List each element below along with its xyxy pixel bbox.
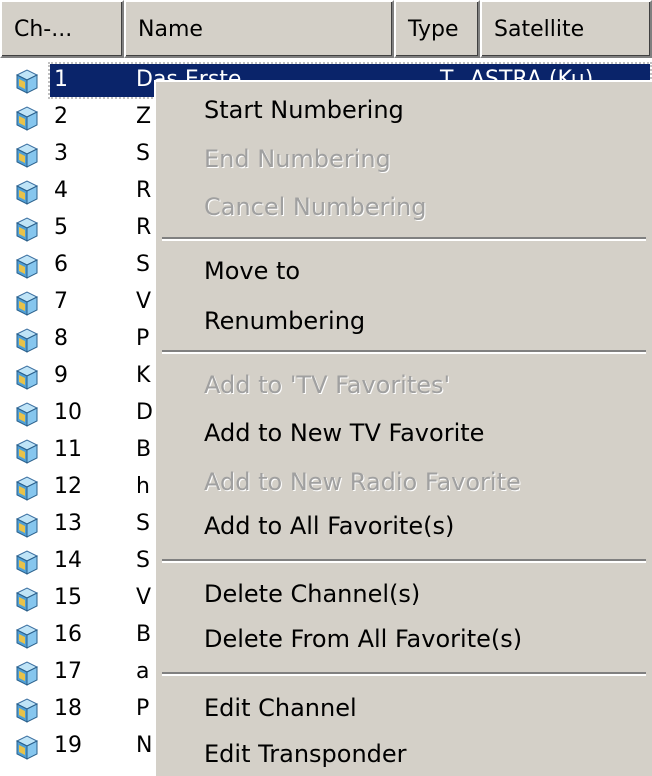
channel-name: h (136, 474, 150, 499)
column-header-satellite[interactable]: Satellite (480, 0, 652, 58)
channel-name: V (136, 585, 152, 610)
channel-name: B (136, 622, 152, 647)
channel-number: 8 (54, 326, 68, 351)
channel-number: 14 (54, 548, 82, 573)
tv-channel-icon (14, 178, 40, 206)
menu-item-add-to-new-radio-favorite: Add to New Radio Favorite (204, 468, 521, 496)
tv-channel-icon (14, 363, 40, 391)
menu-item-renumbering[interactable]: Renumbering (204, 307, 365, 335)
tv-channel-icon (14, 548, 40, 576)
channel-name: S (136, 252, 150, 277)
channel-name: D (136, 400, 153, 425)
menu-item-cancel-numbering: Cancel Numbering (204, 193, 427, 221)
channel-number: 12 (54, 474, 82, 499)
channel-name: S (136, 548, 150, 573)
channel-number: 11 (54, 437, 82, 462)
tv-channel-icon (14, 437, 40, 465)
tv-channel-icon (14, 511, 40, 539)
channel-number: 16 (54, 622, 82, 647)
tv-channel-icon (14, 215, 40, 243)
channel-name: R (136, 178, 152, 203)
channel-number: 17 (54, 659, 82, 684)
menu-item-delete-from-all-favorites[interactable]: Delete From All Favorite(s) (204, 625, 522, 653)
channel-number: 18 (54, 696, 82, 721)
tv-channel-icon (14, 67, 40, 95)
menu-separator (162, 672, 646, 676)
column-header-channel[interactable]: Ch-... (0, 0, 124, 58)
menu-item-add-to-new-tv-favorite[interactable]: Add to New TV Favorite (204, 419, 484, 447)
channel-number: 2 (54, 104, 68, 129)
channel-number: 10 (54, 400, 82, 425)
menu-item-move-to[interactable]: Move to (204, 257, 300, 285)
channel-name: Z (136, 104, 152, 129)
channel-number: 19 (54, 733, 82, 758)
menu-item-edit-channel[interactable]: Edit Channel (204, 694, 357, 722)
menu-item-start-numbering[interactable]: Start Numbering (204, 96, 404, 124)
channel-name: S (136, 141, 150, 166)
channel-name: S (136, 511, 150, 536)
menu-item-add-to-tv-favorites: Add to 'TV Favorites' (204, 371, 451, 399)
channel-number: 9 (54, 363, 68, 388)
channel-name: P (136, 696, 150, 721)
tv-channel-icon (14, 585, 40, 613)
tv-channel-icon (14, 622, 40, 650)
menu-item-delete-channels[interactable]: Delete Channel(s) (204, 580, 420, 608)
channel-number: 3 (54, 141, 68, 166)
channel-number: 5 (54, 215, 68, 240)
tv-channel-icon (14, 326, 40, 354)
channel-number: 4 (54, 178, 68, 203)
menu-item-add-to-all-favorites[interactable]: Add to All Favorite(s) (204, 512, 454, 540)
channel-name: K (136, 363, 151, 388)
tv-channel-icon (14, 252, 40, 280)
channel-number: 13 (54, 511, 82, 536)
channel-list-window: Ch-... Name Type Satellite 1Das ErsteTAS… (0, 0, 652, 776)
column-header-type[interactable]: Type (394, 0, 480, 58)
tv-channel-icon (14, 733, 40, 761)
tv-channel-icon (14, 696, 40, 724)
tv-channel-icon (14, 289, 40, 317)
tv-channel-icon (14, 104, 40, 132)
channel-number: 6 (54, 252, 68, 277)
menu-item-end-numbering: End Numbering (204, 145, 391, 173)
tv-channel-icon (14, 141, 40, 169)
menu-item-edit-transponder[interactable]: Edit Transponder (204, 740, 407, 768)
channel-number: 1 (54, 67, 68, 92)
channel-name: N (136, 733, 153, 758)
column-header-name[interactable]: Name (124, 0, 394, 58)
tv-channel-icon (14, 659, 40, 687)
context-menu: Start Numbering End Numbering Cancel Num… (154, 80, 652, 776)
channel-number: 15 (54, 585, 82, 610)
channel-name: V (136, 289, 152, 314)
channel-number: 7 (54, 289, 68, 314)
channel-name: a (136, 659, 150, 684)
tv-channel-icon (14, 474, 40, 502)
menu-separator (162, 237, 646, 241)
column-header: Ch-... Name Type Satellite (0, 0, 652, 58)
channel-name: P (136, 326, 150, 351)
menu-separator (162, 350, 646, 354)
channel-name: R (136, 215, 152, 240)
menu-separator (162, 559, 646, 563)
channel-name: B (136, 437, 152, 462)
tv-channel-icon (14, 400, 40, 428)
